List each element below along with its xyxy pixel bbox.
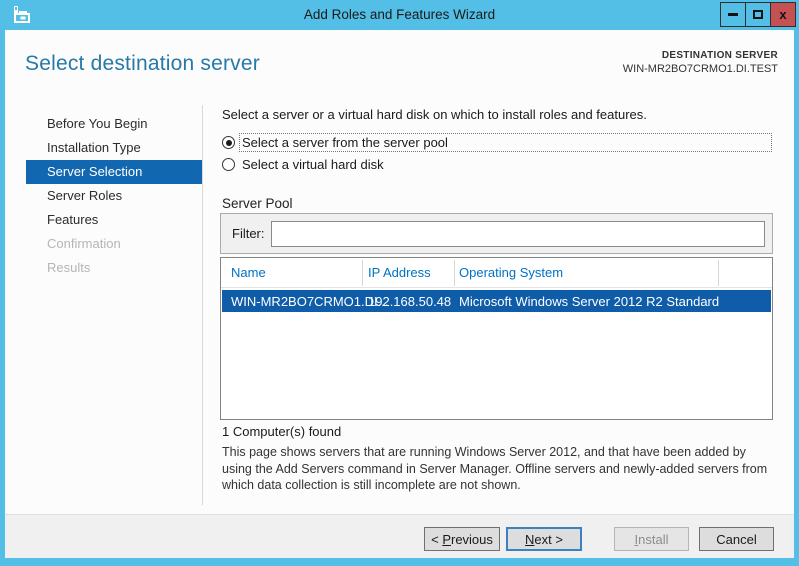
filter-input[interactable]	[271, 221, 765, 247]
title-bar: Add Roles and Features Wizard x	[0, 0, 799, 30]
sidebar-item-server-selection[interactable]: Server Selection	[26, 160, 202, 184]
radio-unselected-icon[interactable]	[222, 158, 235, 171]
cell-operating-system: Microsoft Windows Server 2012 R2 Standar…	[459, 294, 719, 309]
button-bar: < Previous Next > Install Cancel	[5, 514, 794, 558]
window-controls: x	[721, 2, 796, 27]
maximize-icon	[753, 10, 763, 19]
table-row[interactable]: WIN-MR2BO7CRMO1.DI... 192.168.50.48 Micr…	[222, 290, 771, 312]
sidebar-item-server-roles[interactable]: Server Roles	[5, 184, 202, 208]
radio-server-pool-label[interactable]: Select a server from the server pool	[242, 135, 448, 150]
cell-ip-address: 192.168.50.48	[368, 294, 451, 309]
wizard-steps-sidebar: Before You Begin Installation Type Serve…	[5, 112, 202, 280]
page-title: Select destination server	[25, 52, 260, 76]
destination-server-block: DESTINATION SERVER WIN-MR2BO7CRMO1.DI.TE…	[623, 50, 778, 75]
radio-vhd-label[interactable]: Select a virtual hard disk	[242, 157, 384, 172]
filter-label: Filter:	[232, 226, 265, 241]
cell-server-name: WIN-MR2BO7CRMO1.DI...	[231, 294, 388, 309]
sidebar-item-before-you-begin[interactable]: Before You Begin	[5, 112, 202, 136]
column-separator	[454, 260, 455, 286]
column-header-operating-system[interactable]: Operating System	[459, 265, 563, 280]
sidebar-item-features[interactable]: Features	[5, 208, 202, 232]
previous-button[interactable]: < Previous	[424, 527, 500, 551]
server-pool-title: Server Pool	[222, 196, 293, 211]
destination-server-label: DESTINATION SERVER	[623, 50, 778, 61]
destination-server-name: WIN-MR2BO7CRMO1.DI.TEST	[623, 63, 778, 75]
radio-select-server-pool[interactable]: Select a server from the server pool	[222, 135, 448, 150]
maximize-button[interactable]	[745, 2, 771, 27]
close-icon: x	[779, 7, 786, 22]
window-title: Add Roles and Features Wizard	[0, 7, 799, 22]
close-button[interactable]: x	[770, 2, 796, 27]
sidebar-divider	[202, 105, 203, 505]
sidebar-item-results: Results	[5, 256, 202, 280]
column-separator	[718, 260, 719, 286]
next-button[interactable]: Next >	[506, 527, 582, 551]
filter-group: Filter:	[220, 213, 773, 254]
column-header-ip-address[interactable]: IP Address	[368, 265, 431, 280]
cancel-button[interactable]: Cancel	[699, 527, 774, 551]
page-instruction: Select a server or a virtual hard disk o…	[222, 107, 647, 122]
minimize-icon	[728, 13, 738, 16]
computer-count-text: 1 Computer(s) found	[222, 424, 341, 439]
minimize-button[interactable]	[720, 2, 746, 27]
radio-select-virtual-hard-disk[interactable]: Select a virtual hard disk	[222, 157, 384, 172]
wizard-window: Add Roles and Features Wizard x Select d…	[0, 0, 799, 566]
server-pool-table: Name IP Address Operating System WIN-MR2…	[220, 257, 773, 420]
column-separator	[362, 260, 363, 286]
column-header-name[interactable]: Name	[231, 265, 266, 280]
client-area: Select destination server DESTINATION SE…	[5, 30, 794, 558]
sidebar-item-confirmation: Confirmation	[5, 232, 202, 256]
sidebar-item-installation-type[interactable]: Installation Type	[5, 136, 202, 160]
install-button[interactable]: Install	[614, 527, 689, 551]
table-header-row: Name IP Address Operating System	[221, 258, 772, 288]
radio-selected-icon[interactable]	[222, 136, 235, 149]
page-description: This page shows servers that are running…	[222, 444, 775, 494]
